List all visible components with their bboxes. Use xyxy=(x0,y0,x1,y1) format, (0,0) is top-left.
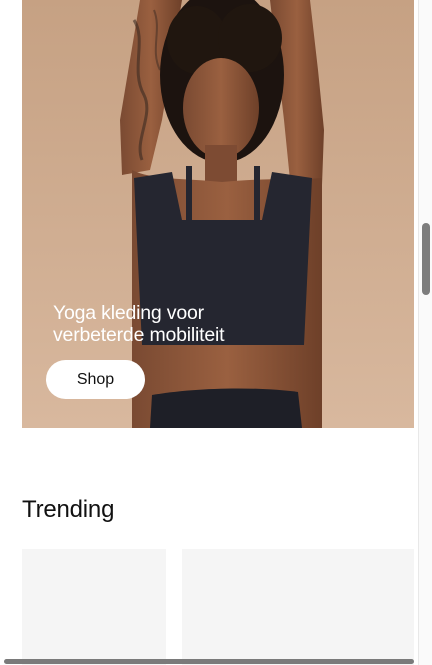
hero-headline-line2: verbeterde mobiliteit xyxy=(53,324,225,346)
horizontal-scrollbar-thumb[interactable] xyxy=(4,659,414,664)
page: Yoga kleding voor verbeterde mobiliteit … xyxy=(0,0,432,665)
product-card[interactable] xyxy=(182,549,414,665)
trending-title: Trending xyxy=(22,496,115,523)
shop-button[interactable]: Shop xyxy=(46,360,145,399)
vertical-scrollbar-thumb[interactable] xyxy=(422,223,430,295)
vertical-scrollbar-track[interactable] xyxy=(418,0,432,665)
hero-headline-line1: Yoga kleding voor xyxy=(53,302,204,324)
product-card[interactable] xyxy=(22,549,166,665)
hero-banner[interactable]: Yoga kleding voor verbeterde mobiliteit … xyxy=(22,0,414,428)
hero-headline: Yoga kleding voor verbeterde mobiliteit xyxy=(53,302,313,346)
